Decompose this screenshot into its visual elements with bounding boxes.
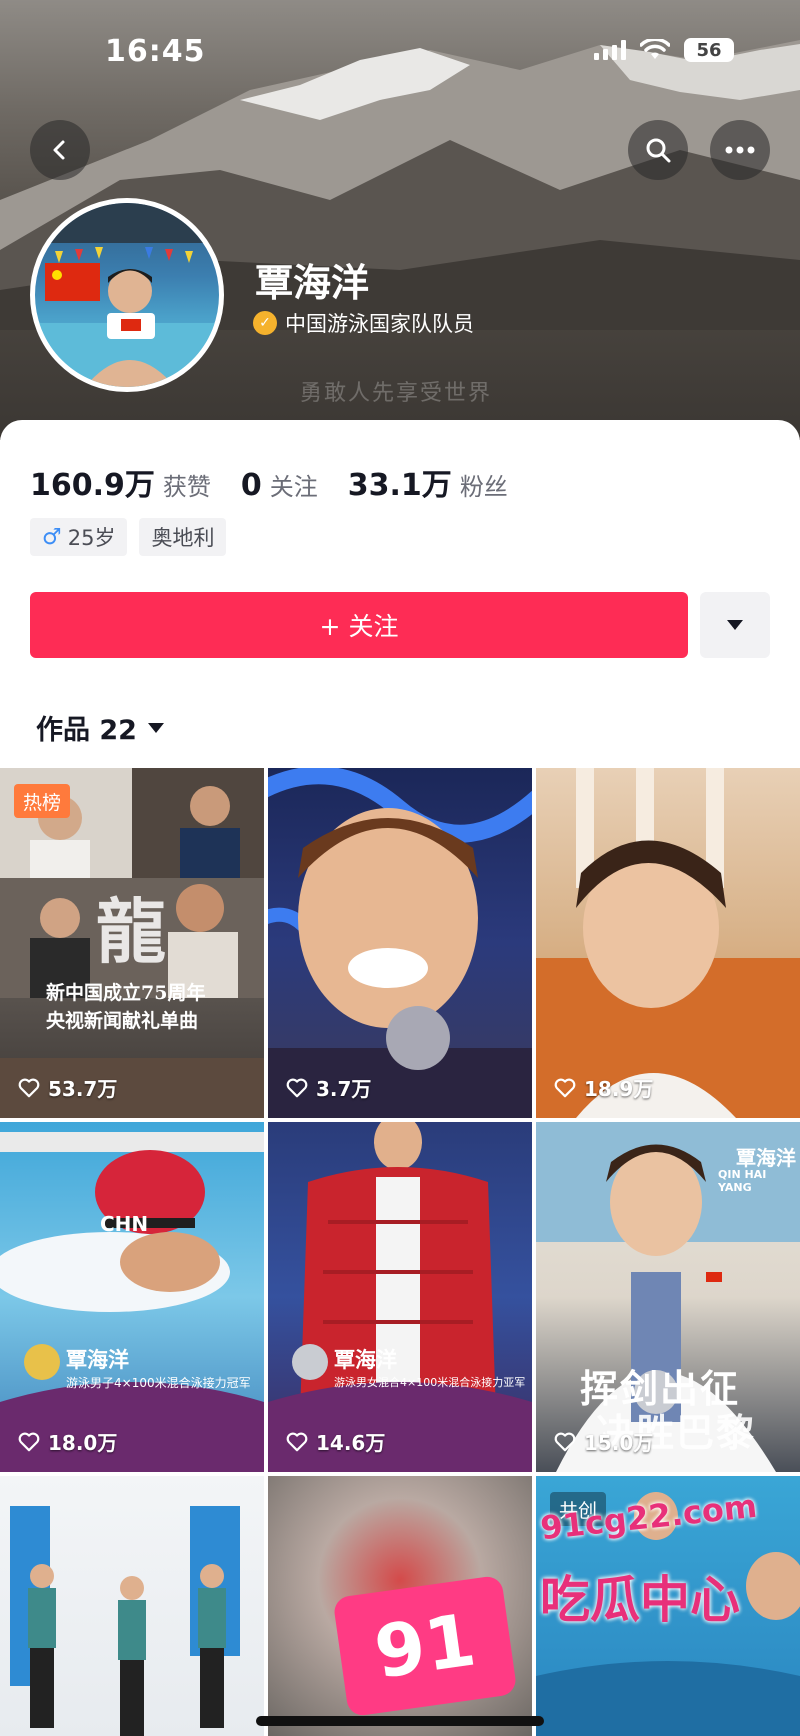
profile-cover: 16:45 56 覃海洋 ✓ 中国游泳国家队队员 勇敢人先享受世界 <box>0 0 800 440</box>
overlay-name-en: QIN HAI YANG <box>718 1168 767 1194</box>
video-art <box>0 1132 264 1472</box>
video-thumbnail[interactable] <box>0 1476 264 1736</box>
follow-label: + 关注 <box>319 612 399 641</box>
status-time: 16:45 <box>105 34 206 69</box>
wifi-icon <box>640 39 670 59</box>
works-tab[interactable]: 作品 22 <box>36 708 165 747</box>
video-art <box>268 768 532 1118</box>
stat-value: 0 <box>240 468 262 503</box>
video-thumbnail[interactable]: 3.7万 <box>268 768 532 1118</box>
overlay-name: 覃海洋 <box>66 1348 129 1372</box>
stat-label: 关注 <box>269 473 318 501</box>
status-indicators: 56 <box>594 38 734 62</box>
overlay-caption: 游泳男子4×100米混合泳接力冠军 <box>66 1376 251 1390</box>
video-thumbnail[interactable]: 热榜 龍 新中国成立75周年 央视新闻献礼单曲 53.7万 <box>0 768 264 1118</box>
battery-icon: 56 <box>684 38 734 62</box>
likes-counter: 18.9万 <box>554 1073 653 1102</box>
likes-counter: 14.6万 <box>286 1427 385 1456</box>
overlay-name: 覃海洋 <box>334 1348 397 1372</box>
calligraphy-text: 龍 <box>96 890 166 973</box>
stat-label: 粉丝 <box>459 473 508 501</box>
caret-down-icon <box>727 620 743 630</box>
likes-counter: 53.7万 <box>18 1073 117 1102</box>
follow-button[interactable]: + 关注 <box>30 592 688 658</box>
search-button[interactable] <box>628 120 688 180</box>
location-text: 奥地利 <box>151 526 215 550</box>
works-label: 作品 22 <box>36 715 137 746</box>
home-indicator <box>256 1716 544 1726</box>
likes-count: 3.7万 <box>316 1077 372 1101</box>
likes-counter: 3.7万 <box>286 1073 371 1102</box>
male-icon: ♂ <box>42 524 62 550</box>
overlay-name: 覃海洋 <box>736 1146 796 1170</box>
heart-icon <box>554 1078 576 1097</box>
stat-following[interactable]: 0 关注 <box>241 467 318 503</box>
more-options-button[interactable] <box>710 120 770 180</box>
likes-count: 14.6万 <box>316 1431 386 1455</box>
hot-badge: 热榜 <box>14 784 71 818</box>
overlay-caption: 游泳男女混合4×100米混合泳接力亚军 <box>334 1376 526 1389</box>
heart-icon <box>286 1432 308 1451</box>
verified-badge-icon: ✓ <box>253 311 277 335</box>
location-tag: 奥地利 <box>139 518 227 556</box>
video-art <box>536 768 800 1118</box>
stat-followers[interactable]: 33.1万 粉丝 <box>348 460 508 504</box>
avatar-image <box>35 203 219 387</box>
likes-count: 18.0万 <box>48 1431 118 1455</box>
video-thumbnail[interactable]: CHN 覃海洋 游泳男子4×100米混合泳接力冠军 18.0万 <box>0 1122 264 1472</box>
stat-value: 33.1万 <box>347 468 452 503</box>
stats-row: 160.9万 获赞 0 关注 33.1万 粉丝 <box>30 460 508 504</box>
age-text: 25岁 <box>67 526 116 550</box>
watermark-logo: 91 <box>332 1574 518 1718</box>
watermark-text: 吃瓜中心 <box>540 1571 740 1629</box>
caption-line-2: 央视新闻献礼单曲 <box>46 1010 199 1032</box>
heart-icon <box>554 1432 576 1451</box>
profile-tags: ♂ 25岁 奥地利 <box>30 518 227 556</box>
video-art <box>268 1122 532 1472</box>
likes-count: 53.7万 <box>48 1077 118 1101</box>
signal-icon <box>594 40 626 60</box>
caret-down-icon <box>147 722 164 733</box>
heart-icon <box>18 1078 40 1097</box>
video-art <box>10 1506 240 1736</box>
heart-icon <box>18 1432 40 1451</box>
video-grid: 热榜 龍 新中国成立75周年 央视新闻献礼单曲 53.7万 3.7万 18.9万… <box>0 768 800 1736</box>
avatar[interactable] <box>30 198 224 392</box>
stat-value: 160.9万 <box>30 468 155 503</box>
likes-counter: 15.0万 <box>554 1427 653 1456</box>
back-arrow-icon <box>53 140 65 160</box>
video-thumbnail[interactable]: 18.9万 <box>536 768 800 1118</box>
more-icon <box>725 146 755 154</box>
video-thumbnail[interactable]: 覃海洋 游泳男女混合4×100米混合泳接力亚军 14.6万 <box>268 1122 532 1472</box>
back-button[interactable] <box>30 120 90 180</box>
cover-caption: 勇敢人先享受世界 <box>300 381 493 406</box>
recommend-dropdown-button[interactable] <box>700 592 770 658</box>
stat-label: 获赞 <box>162 473 211 501</box>
profile-name: 覃海洋 <box>255 261 370 305</box>
stat-likes[interactable]: 160.9万 获赞 <box>30 460 211 504</box>
verification-text: 中国游泳国家队队员 <box>285 312 474 336</box>
video-thumbnail[interactable]: 覃海洋 QIN HAI YANG 挥剑出征 决胜巴黎 15.0万 <box>536 1122 800 1472</box>
likes-counter: 18.0万 <box>18 1427 117 1456</box>
search-icon <box>646 138 671 163</box>
likes-count: 15.0万 <box>584 1431 654 1455</box>
heart-icon <box>286 1078 308 1097</box>
caption-line-1: 新中国成立75周年 <box>46 982 206 1004</box>
likes-count: 18.9万 <box>584 1077 654 1101</box>
age-tag: ♂ 25岁 <box>30 518 128 556</box>
cap-text: CHN <box>100 1212 149 1236</box>
verification-line: ✓ 中国游泳国家队队员 <box>253 308 474 338</box>
